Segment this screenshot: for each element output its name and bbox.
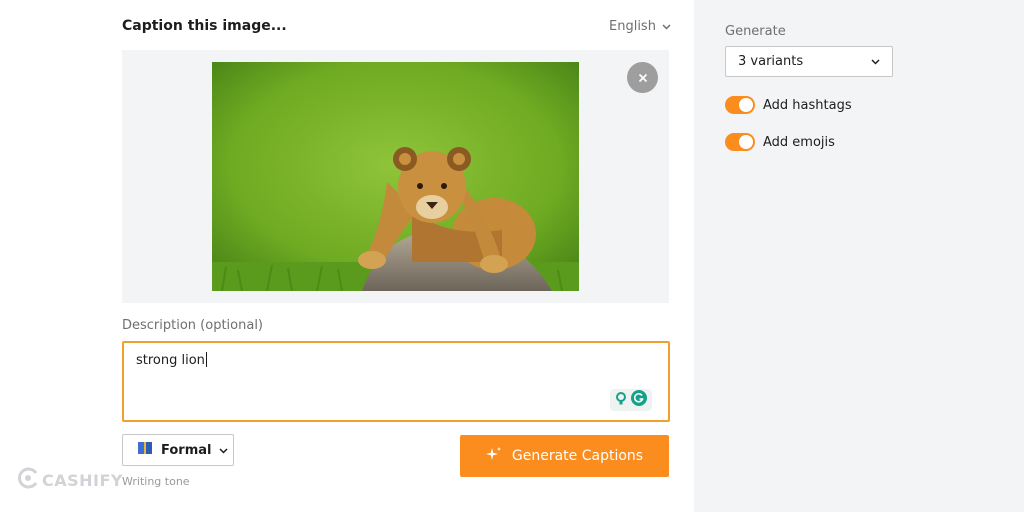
lightbulb-icon: [615, 391, 627, 410]
chevron-down-icon: [219, 443, 229, 458]
hashtags-toggle[interactable]: [725, 96, 755, 114]
watermark: CASHIFY: [16, 466, 123, 494]
generate-captions-label: Generate Captions: [511, 448, 644, 464]
emojis-label: Add emojis: [763, 134, 835, 150]
variants-value: 3 variants: [738, 54, 804, 69]
grammarly-widget[interactable]: [610, 389, 652, 411]
watermark-text: CASHIFY: [42, 470, 124, 490]
caption-editor-panel: Caption this image... English Descriptio…: [0, 0, 694, 512]
description-value: strong lion: [136, 353, 205, 368]
description-label: Description (optional): [122, 318, 264, 333]
emojis-option: Add emojis: [725, 133, 835, 151]
chevron-down-icon: [662, 23, 671, 30]
writing-tone-value: Formal: [161, 442, 212, 458]
generate-count-label: Generate: [725, 24, 786, 39]
page-title: Caption this image...: [122, 18, 287, 34]
hashtags-label: Add hashtags: [763, 97, 852, 113]
description-textarea[interactable]: strong lion: [122, 341, 670, 422]
image-preview-area: [122, 50, 669, 303]
close-icon: [638, 68, 648, 87]
generate-captions-button[interactable]: Generate Captions: [460, 435, 669, 477]
writing-tone-caption: Writing tone: [122, 475, 190, 488]
language-label: English: [609, 19, 656, 34]
writing-tone-dropdown[interactable]: Formal: [122, 434, 234, 466]
chevron-down-icon: [871, 54, 880, 69]
watermark-logo-icon: [16, 466, 40, 494]
hashtags-option: Add hashtags: [725, 96, 852, 114]
variants-dropdown[interactable]: 3 variants: [725, 46, 893, 77]
book-icon: [137, 441, 153, 459]
language-selector[interactable]: English: [609, 19, 671, 34]
uploaded-image: [212, 62, 579, 291]
remove-image-button[interactable]: [627, 62, 658, 93]
sparkle-icon: [485, 446, 502, 466]
emojis-toggle[interactable]: [725, 133, 755, 151]
grammarly-icon: [631, 390, 647, 410]
